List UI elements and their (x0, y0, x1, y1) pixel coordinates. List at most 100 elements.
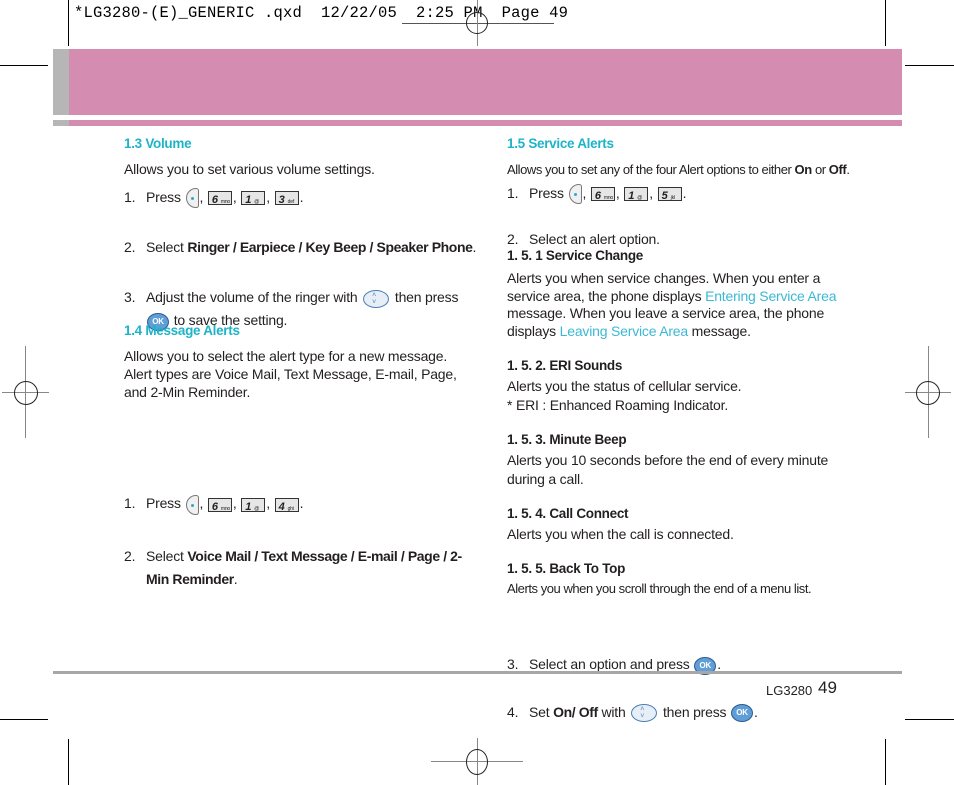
footnote: * ERI : Enhanced Roaming Indicator. (507, 397, 729, 413)
crop-mark-bottom-left-vertical (68, 739, 69, 785)
body-text: displays (507, 322, 560, 339)
menu-options: Min Reminder (146, 570, 234, 587)
crop-mark-bottom-right-vertical (885, 739, 886, 785)
service-alerts-step-4: 4. Set On/ Off with ˄ ˅ then press OK. (507, 703, 867, 722)
ok-key-icon: OK (731, 703, 754, 722)
registration-mark-left-circle (14, 381, 38, 405)
crop-mark-top-left-vertical (68, 0, 69, 46)
section-title-volume: 1.3 Volume (124, 136, 192, 151)
step-number: 1. (507, 185, 519, 201)
header-rule-tab (53, 120, 69, 126)
section-title-message-alerts: 1.4 Message Alerts (124, 323, 240, 338)
left-soft-key-icon (568, 184, 582, 205)
registration-mark-right-circle (916, 381, 940, 405)
step-text: Press (146, 189, 181, 205)
option-off: Off (828, 162, 847, 177)
key-6-icon: 6 mno (207, 191, 232, 206)
right-column: 1.5 Service Alerts Allows you to set any… (507, 0, 867, 722)
left-soft-key-icon (185, 494, 199, 515)
subsection-title-service-change: 1. 5. 1 Service Change (507, 248, 643, 263)
key-1-icon: 1 @ (241, 191, 266, 206)
footer-rule (53, 671, 902, 674)
subsection-title-back-to-top: 1. 5. 5. Back To Top (507, 561, 626, 576)
section-title-service-alerts: 1.5 Service Alerts (507, 136, 614, 151)
eri-sounds-body: Alerts you the status of cellular servic… (507, 377, 742, 415)
key-5-icon: 5 jkl (657, 187, 682, 202)
step-text: Select (146, 239, 188, 256)
on-off-option: On/ Off (553, 703, 598, 720)
crop-mark-bottom-left-horizontal (0, 719, 48, 720)
body-line: during a call. (507, 471, 584, 487)
body-text: service area, the phone displays (507, 287, 706, 304)
volume-step-1: 1. Press , 6 mno, 1 @, 3 def. (124, 188, 304, 209)
entering-service-area-text: Entering Service Area (705, 287, 837, 304)
left-column: 1.3 Volume Allows you to set various vol… (124, 0, 476, 587)
body-line: service area, the phone displays Enterin… (507, 288, 836, 306)
step-text: Select an alert option. (529, 231, 660, 248)
body-line: Alerts you when service changes. When yo… (507, 270, 821, 286)
call-connect-body: Alerts you when the call is connected. (507, 526, 734, 542)
menu-options: Ringer / Earpiece / Key Beep / Speaker P… (187, 239, 473, 256)
body-line: Alerts you 10 seconds before the end of … (507, 452, 829, 468)
key-1-icon: 1 @ (624, 187, 649, 202)
period: . (233, 570, 238, 587)
menu-options: Voice Mail / Text Message / E-mail / Pag… (187, 547, 462, 564)
step-text: Select (146, 547, 188, 564)
key-4-icon: 4 ghi (274, 497, 299, 513)
message-alerts-step-1: 1. Press , 6 mno, 1 @, 4 ghi. (124, 494, 304, 515)
key-3-icon: 3 def (274, 191, 299, 206)
period: . (472, 239, 477, 256)
service-alerts-step-1: 1. Press , 6 mno, 1 @, 5 jkl. (507, 184, 687, 205)
footer-model-name: LG3280 (766, 683, 813, 698)
period: . (754, 703, 758, 720)
nav-key-icon: ˄ ˅ (631, 703, 658, 722)
step-number: 2. (124, 239, 136, 256)
crop-mark-top-right-horizontal (905, 65, 954, 66)
intro-text: or (811, 162, 829, 177)
body-line: Alerts you the status of cellular servic… (507, 378, 742, 394)
step-number: 1. (124, 189, 136, 205)
key-6-icon: 6 mno (207, 497, 232, 513)
minute-beep-body: Alerts you 10 seconds before the end of … (507, 451, 828, 489)
step-text: Set (529, 703, 554, 720)
option-on: On (794, 162, 813, 177)
message-alerts-intro: Allows you to select the alert type for … (124, 347, 457, 401)
period: . (717, 656, 721, 673)
step-text: Press (146, 495, 181, 512)
intro-line: Alert types are Voice Mail, Text Message… (124, 366, 457, 382)
nav-key-icon: ˄ ˅ (363, 289, 390, 308)
crop-mark-top-left-horizontal (0, 65, 48, 66)
intro-line: and 2-Min Reminder. (124, 384, 251, 400)
step-text: then press (662, 703, 727, 720)
key-6-icon: 6 mno (590, 187, 615, 202)
step-number: 1. (124, 495, 136, 512)
step-text: Select an option and press (529, 656, 690, 673)
step-text: then press (394, 289, 459, 306)
header-band-tab (53, 49, 69, 115)
subsection-title-eri-sounds: 1. 5. 2. ERI Sounds (507, 358, 623, 373)
step-number: 3. (124, 289, 136, 306)
step-text: Adjust the volume of the ringer with (146, 289, 358, 306)
leaving-service-area-text: Leaving Service Area (559, 322, 689, 339)
volume-intro: Allows you to set various volume setting… (124, 161, 375, 177)
left-soft-key-icon (185, 188, 199, 209)
service-change-body: Alerts you when service changes. When yo… (507, 270, 836, 340)
body-line: message. When you leave a service area, … (507, 305, 825, 321)
step-text: Press (529, 185, 564, 201)
registration-mark-top-circle (466, 12, 488, 34)
volume-step-2: 2. Select Ringer / Earpiece / Key Beep /… (124, 238, 476, 256)
subsection-title-call-connect: 1. 5. 4. Call Connect (507, 506, 629, 521)
step-text: with (597, 703, 626, 720)
key-1-icon: 1 @ (241, 497, 266, 513)
period: . (846, 162, 850, 177)
step-number: 4. (507, 703, 519, 720)
registration-mark-bottom-circle (466, 749, 488, 775)
page-number: 49 (818, 678, 837, 697)
message-alerts-step-2: 2. Select Voice Mail / Text Message / E-… (124, 545, 486, 591)
crop-mark-bottom-right-horizontal (905, 719, 954, 720)
service-alerts-intro: Allows you to set any of the four Alert … (507, 161, 850, 179)
service-alerts-step-2: 2. Select an alert option. (507, 230, 867, 248)
body-line: displays Leaving Service Area message. (507, 323, 836, 341)
back-to-top-body: Alerts you when you scroll through the e… (507, 581, 812, 596)
step-number: 2. (124, 547, 136, 564)
